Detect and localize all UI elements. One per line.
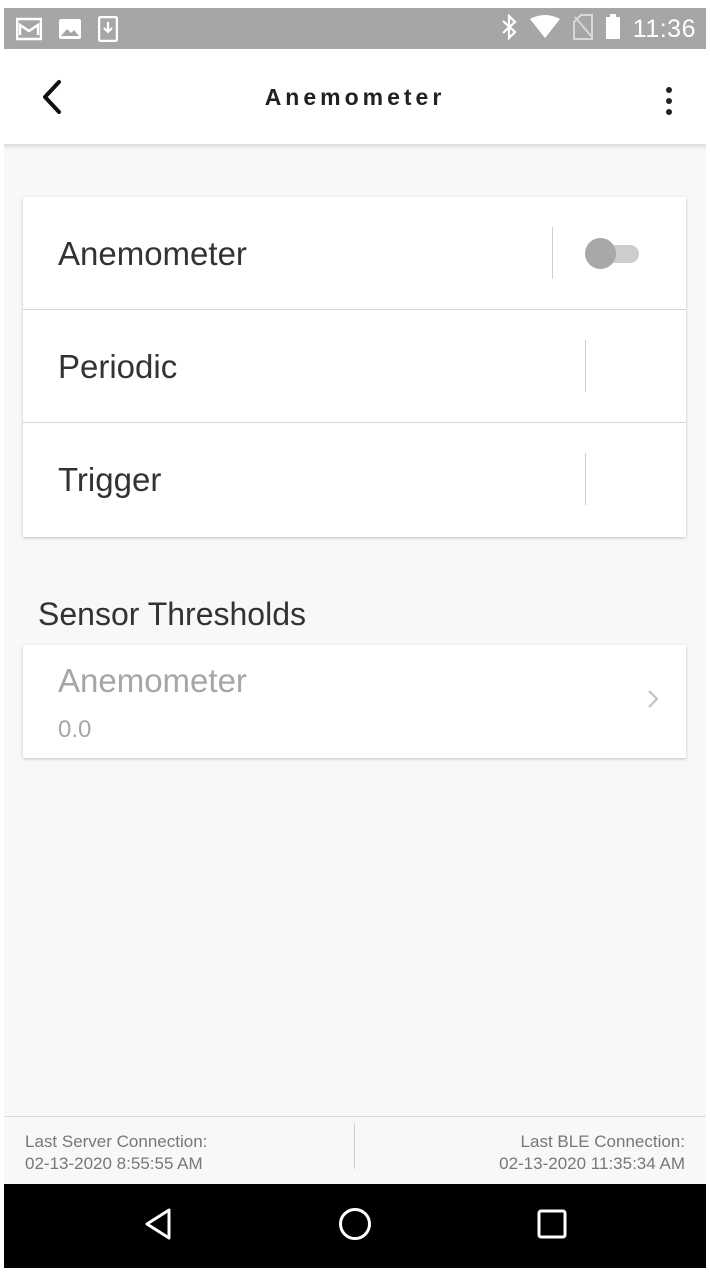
no-sim-icon xyxy=(572,14,593,45)
chevron-right-icon xyxy=(646,688,660,710)
connection-footer: Last Server Connection: 02-13-2020 8:55:… xyxy=(4,1116,706,1184)
more-vert-dot xyxy=(666,109,672,115)
status-bar-notifications xyxy=(15,15,119,47)
ble-connection-info: Last BLE Connection: 02-13-2020 11:35:34… xyxy=(499,1131,685,1175)
footer-divider xyxy=(354,1123,355,1169)
nav-recents-button[interactable] xyxy=(528,1202,576,1250)
section-title-sensor-thresholds: Sensor Thresholds xyxy=(38,596,306,632)
row-divider xyxy=(585,453,586,505)
app-bar: Anemometer xyxy=(4,49,706,146)
row-divider xyxy=(585,340,586,392)
threshold-value: 0.0 xyxy=(58,716,92,743)
battery-icon xyxy=(605,14,621,45)
toggle-thumb xyxy=(585,238,616,269)
download-icon xyxy=(97,15,119,47)
device-screen: 11:36 Anemometer Anemometer Periodic Tri… xyxy=(4,8,706,1268)
settings-card: Anemometer Periodic Trigger xyxy=(23,197,686,537)
status-bar: 11:36 xyxy=(4,8,706,49)
image-icon xyxy=(58,18,82,45)
more-vert-dot xyxy=(666,98,672,104)
setting-row-trigger[interactable]: Trigger xyxy=(23,423,686,537)
setting-label: Periodic xyxy=(58,348,178,385)
row-divider xyxy=(552,227,553,279)
threshold-name: Anemometer xyxy=(58,662,247,699)
nav-home-button[interactable] xyxy=(331,1202,379,1250)
anemometer-toggle[interactable] xyxy=(585,237,639,269)
back-triangle-icon xyxy=(143,1207,173,1246)
status-time: 11:36 xyxy=(632,15,696,43)
setting-row-anemometer: Anemometer xyxy=(23,197,686,310)
home-circle-icon xyxy=(338,1207,372,1246)
recents-square-icon xyxy=(537,1209,567,1244)
server-connection-info: Last Server Connection: 02-13-2020 8:55:… xyxy=(25,1131,207,1175)
threshold-item-anemometer[interactable]: Anemometer 0.0 xyxy=(23,645,686,758)
ble-connection-time: 02-13-2020 11:35:34 AM xyxy=(499,1154,685,1173)
ble-connection-label: Last BLE Connection: xyxy=(520,1132,685,1151)
page-title: Anemometer xyxy=(264,84,446,110)
setting-label: Anemometer xyxy=(58,235,247,272)
more-vert-icon xyxy=(666,87,672,93)
wifi-icon xyxy=(529,15,561,44)
bluetooth-icon xyxy=(501,13,517,45)
nav-back-button[interactable] xyxy=(134,1202,182,1250)
server-connection-label: Last Server Connection: xyxy=(25,1132,208,1151)
status-bar-system: 11:36 xyxy=(501,13,696,45)
mail-icon xyxy=(15,17,43,46)
setting-row-periodic[interactable]: Periodic xyxy=(23,310,686,423)
overflow-menu-button[interactable] xyxy=(654,81,684,121)
setting-label: Trigger xyxy=(58,461,162,498)
server-connection-time: 02-13-2020 8:55:55 AM xyxy=(25,1154,203,1173)
system-nav-bar xyxy=(4,1184,706,1268)
